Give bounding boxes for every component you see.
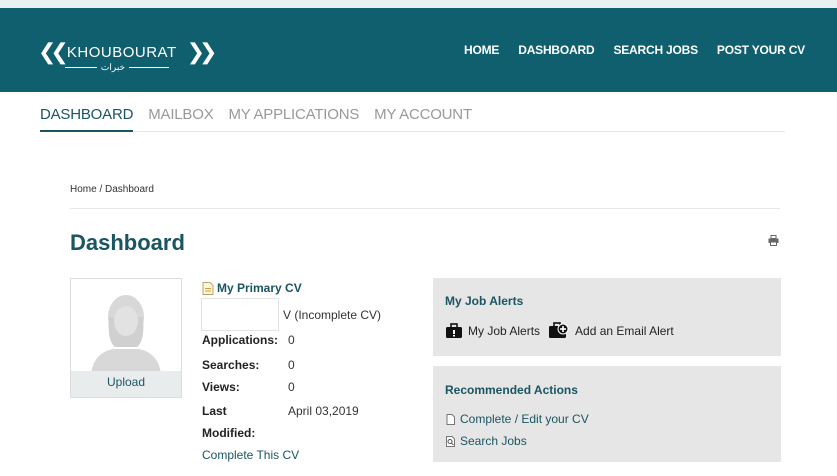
top-nav: HOME DASHBOARD SEARCH JOBS POST YOUR CV <box>464 43 805 57</box>
print-icon[interactable] <box>768 235 779 246</box>
recommended-actions-title: Recommended Actions <box>445 383 578 397</box>
cv-status: V (Incomplete CV) <box>283 308 382 322</box>
briefcase-add-icon <box>549 322 569 338</box>
job-alerts-title: My Job Alerts <box>445 294 524 308</box>
nav-post-your-cv[interactable]: POST YOUR CV <box>717 43 805 57</box>
logo-arabic-text: خبرات <box>100 61 126 72</box>
nav-search-jobs[interactable]: SEARCH JOBS <box>613 43 698 57</box>
complete-edit-cv-label: Complete / Edit your CV <box>460 412 589 426</box>
logo-right-chevron-icon: ❯❯ <box>186 39 218 65</box>
add-email-alert-label: Add an Email Alert <box>575 323 674 338</box>
site-header: ❮❮ KHOUBOURAT خبرات ❯❯ HOME DASHBOARD SE… <box>0 0 837 92</box>
last-label: Last <box>202 404 227 418</box>
logo-underline-left <box>64 66 97 68</box>
briefcase-alert-icon <box>446 322 462 338</box>
recommended-actions-panel: Recommended Actions Complete / Edit your… <box>433 366 781 462</box>
my-job-alerts-link[interactable]: My Job Alerts <box>445 322 541 339</box>
site-logo[interactable]: ❮❮ KHOUBOURAT خبرات ❯❯ <box>38 36 218 72</box>
cv-name-field <box>201 298 279 331</box>
cv-title: My Primary CV <box>217 281 302 295</box>
complete-cv-link[interactable]: Complete This CV <box>202 448 299 462</box>
add-email-alert-link[interactable]: Add an Email Alert <box>548 322 674 339</box>
tab-my-account[interactable]: MY ACCOUNT <box>374 106 472 132</box>
job-alerts-panel: My Job Alerts My Job Alerts Add an Email… <box>433 278 781 356</box>
logo-left-chevron-icon: ❮❮ <box>38 39 69 65</box>
tab-my-applications[interactable]: MY APPLICATIONS <box>229 106 360 132</box>
cv-title-link[interactable]: My Primary CV <box>202 281 302 295</box>
upload-link[interactable]: Upload <box>71 375 181 389</box>
nav-home[interactable]: HOME <box>464 43 499 57</box>
job-alerts-actions: My Job Alerts Add an Email Alert <box>445 322 682 339</box>
my-job-alerts-label: My Job Alerts <box>468 323 541 338</box>
search-document-icon <box>446 435 455 447</box>
logo-wordmark: KHOUBOURAT خبرات <box>63 43 187 72</box>
breadcrumb-divider <box>70 208 780 209</box>
views-label: Views: <box>202 380 240 394</box>
complete-edit-cv-link[interactable]: Complete / Edit your CV <box>445 412 589 426</box>
logo-underline-right <box>128 66 169 68</box>
searches-label: Searches: <box>202 358 260 372</box>
page-title: Dashboard <box>70 230 185 255</box>
searches-value: 0 <box>288 358 295 372</box>
applications-value: 0 <box>288 333 295 347</box>
avatar-placeholder-icon <box>91 295 161 375</box>
modified-label: Modified: <box>202 426 256 440</box>
search-jobs-label: Search Jobs <box>460 434 527 448</box>
tab-mailbox[interactable]: MAILBOX <box>148 106 213 132</box>
top-strip <box>0 0 837 8</box>
dashboard-tabs: DASHBOARD MAILBOX MY APPLICATIONS MY ACC… <box>40 106 785 132</box>
last-modified-value: April 03,2019 <box>288 404 359 418</box>
cv-document-icon <box>202 281 214 295</box>
breadcrumb[interactable]: Home / Dashboard <box>70 184 154 195</box>
profile-photo-card: Upload <box>70 278 182 398</box>
nav-dashboard[interactable]: DASHBOARD <box>518 43 594 57</box>
views-value: 0 <box>288 380 295 394</box>
document-icon <box>446 413 455 425</box>
applications-label: Applications: <box>202 333 279 347</box>
search-jobs-link[interactable]: Search Jobs <box>445 434 527 448</box>
tab-dashboard[interactable]: DASHBOARD <box>40 106 133 132</box>
logo-text: KHOUBOURAT <box>66 43 177 61</box>
